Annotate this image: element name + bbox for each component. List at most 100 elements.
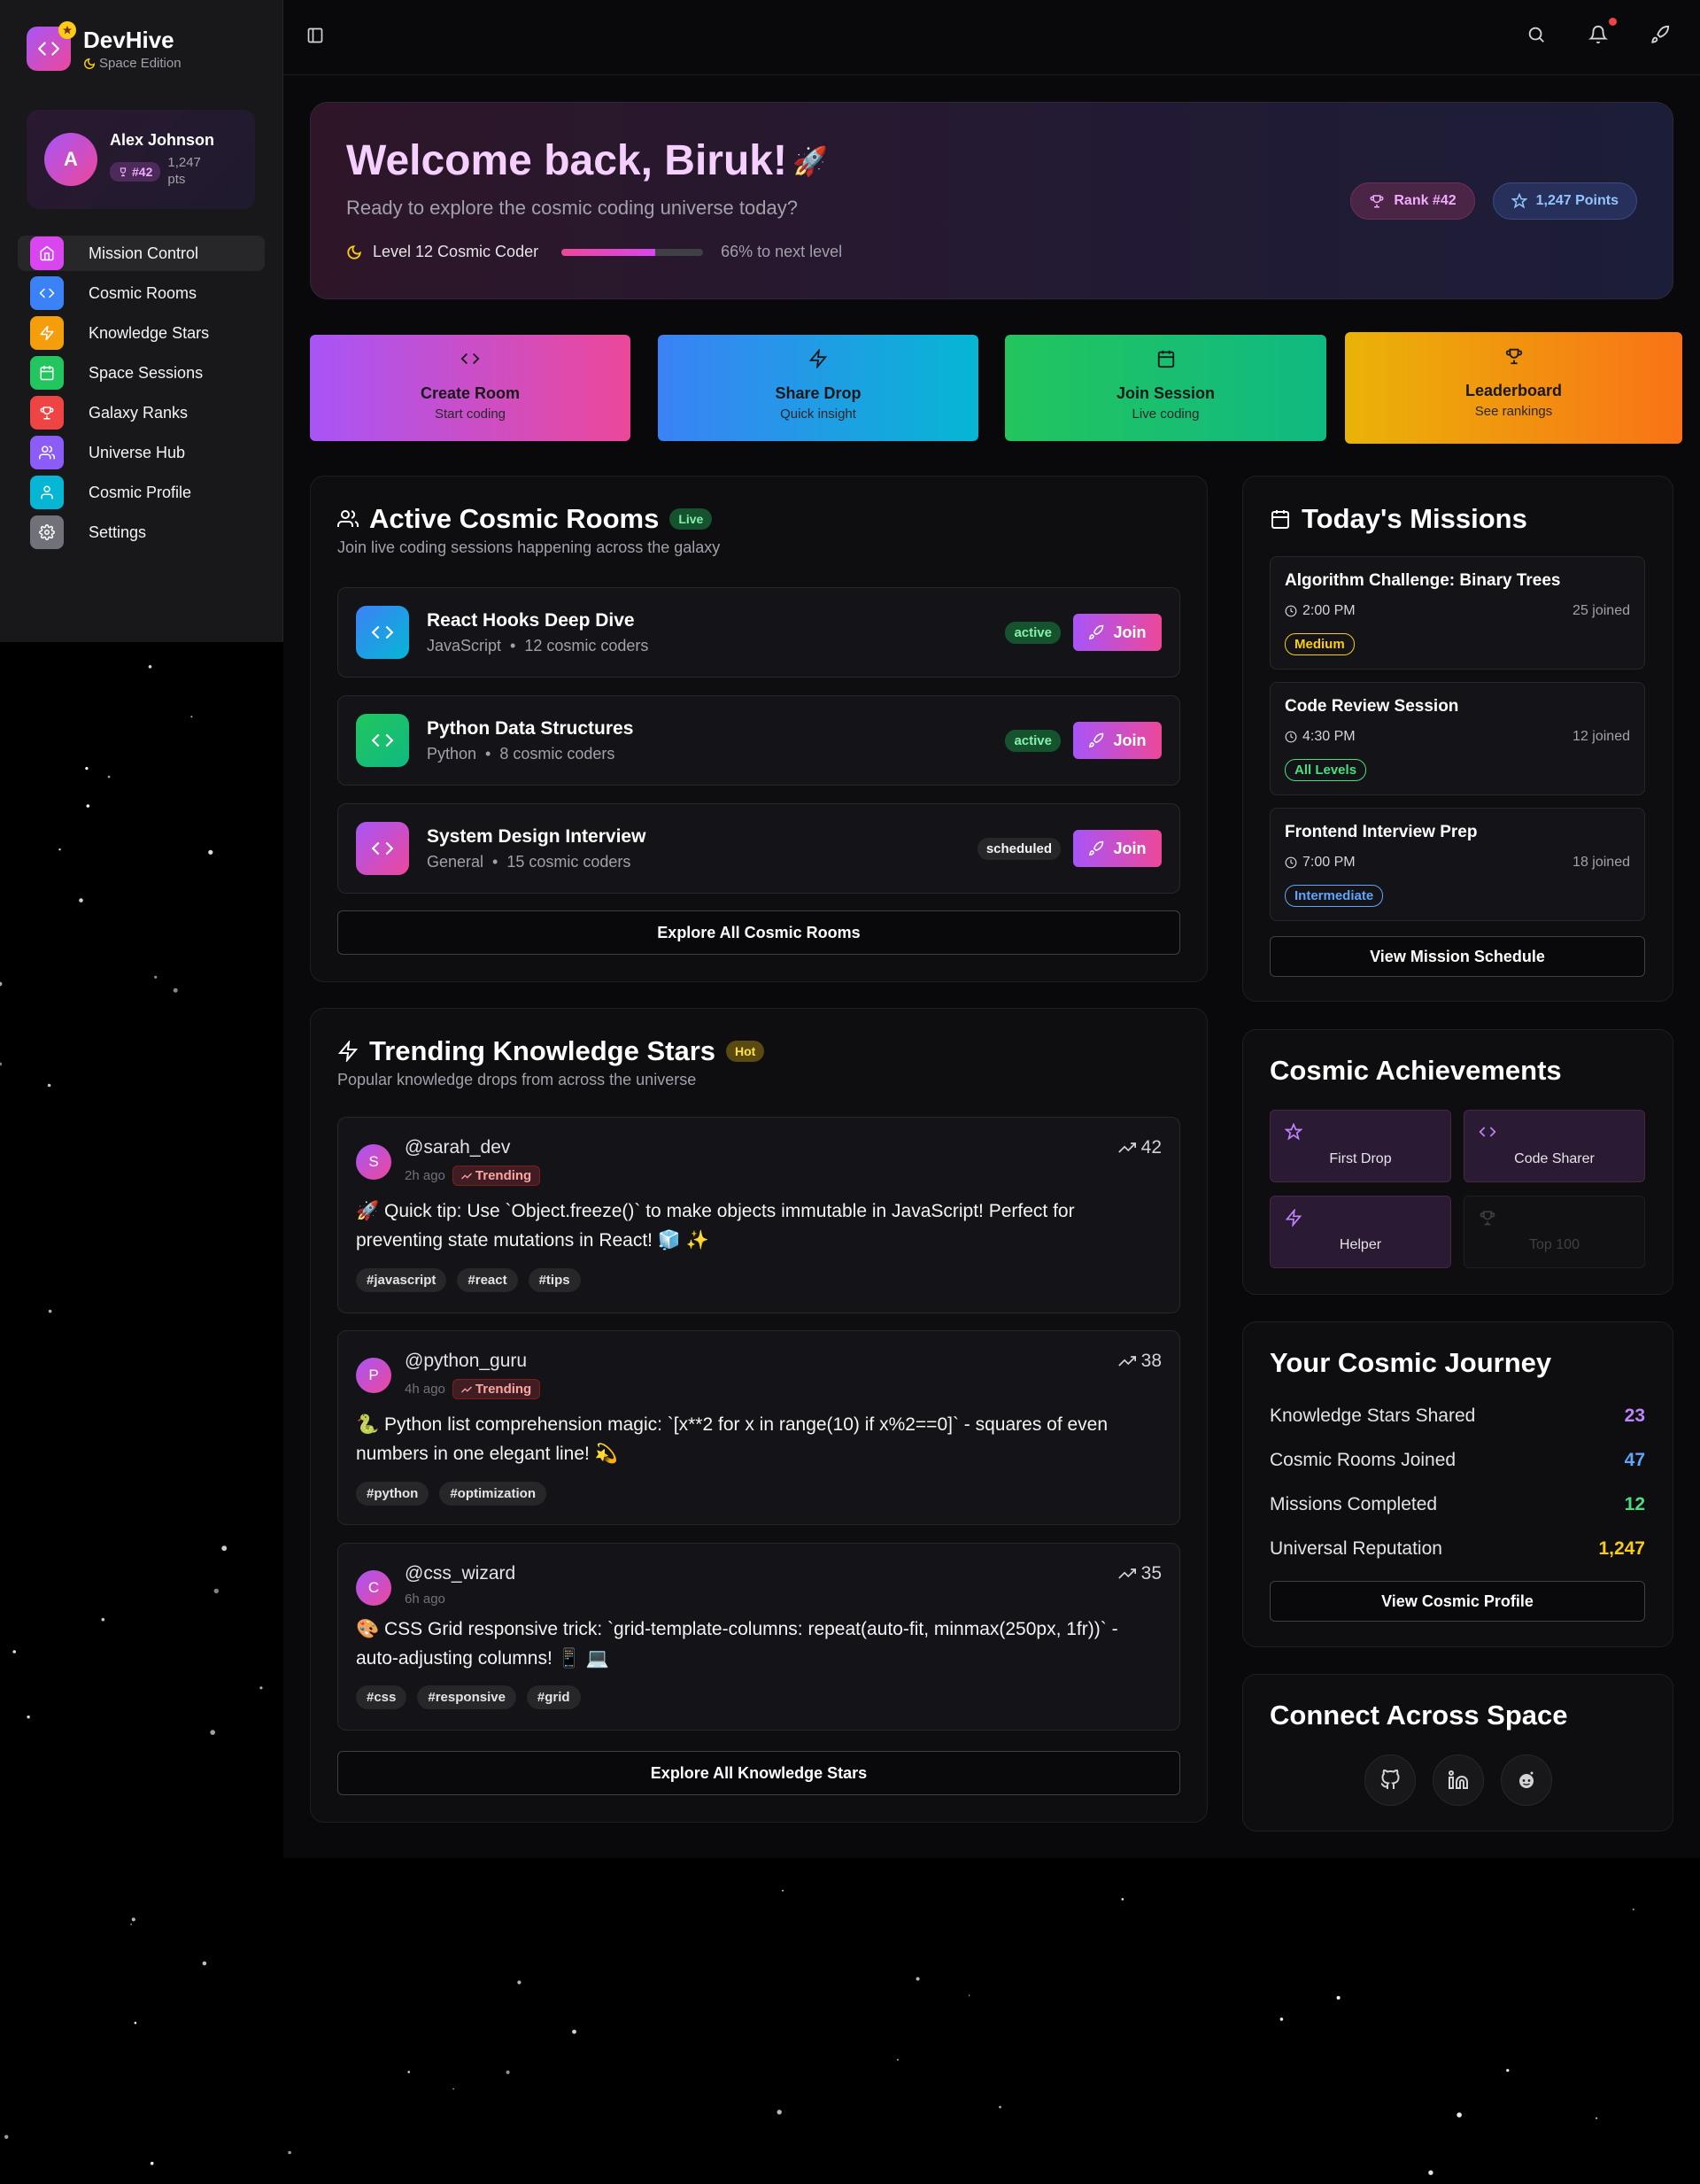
search-button[interactable] (1526, 25, 1548, 46)
room-card[interactable]: Python Data Structures Python • 8 cosmic… (337, 695, 1180, 786)
moon-icon (84, 58, 96, 69)
sidebar-item-label: Mission Control (89, 244, 199, 262)
mission-card[interactable]: Frontend Interview Prep 7:00 PM 18 joine… (1270, 808, 1645, 921)
launch-button[interactable] (1650, 25, 1672, 46)
avatar: S (356, 1144, 391, 1180)
star-dot (517, 1980, 522, 1985)
sidebar-item-settings[interactable]: Settings (18, 515, 265, 550)
trending-icon (1117, 1142, 1136, 1153)
mission-card[interactable]: Algorithm Challenge: Binary Trees 2:00 P… (1270, 556, 1645, 670)
post-score[interactable]: 42 (1117, 1137, 1162, 1158)
journey-panel: Your Cosmic Journey Knowledge Stars Shar… (1242, 1321, 1673, 1647)
achievement-badge[interactable]: First Drop (1270, 1110, 1451, 1182)
panel-subtitle: Popular knowledge drops from across the … (337, 1071, 697, 1088)
room-coders: 15 cosmic coders (506, 852, 631, 871)
users-icon (30, 436, 64, 469)
post-author[interactable]: @python_guru (405, 1351, 527, 1372)
achievement-badge[interactable]: Code Sharer (1464, 1110, 1645, 1182)
create-room-button[interactable]: Create Room Start coding (310, 335, 630, 441)
hashtag[interactable]: #python (356, 1482, 429, 1506)
knowledge-post[interactable]: S @sarah_dev 2h ago Trending 42 🚀 Quick … (337, 1117, 1180, 1313)
hashtag[interactable]: #grid (526, 1685, 581, 1709)
moon-icon (347, 244, 361, 259)
sidebar-item-universe-hub[interactable]: Universe Hub (18, 435, 265, 470)
trending-icon (1117, 1568, 1136, 1579)
clock-icon (1285, 856, 1297, 869)
hashtag[interactable]: #javascript (356, 1268, 447, 1292)
calendar-icon (1271, 510, 1289, 529)
sidebar-nav: Mission Control Cosmic Rooms Knowledge Sta… (18, 236, 265, 554)
star-dot (782, 1889, 784, 1892)
sidebar-item-space-sessions[interactable]: Space Sessions (18, 355, 265, 391)
code-icon (1479, 1127, 1496, 1137)
achievement-badge-locked[interactable]: Top 100 (1464, 1196, 1645, 1268)
knowledge-post[interactable]: P @python_guru 4h ago Trending 38 🐍 Pyth… (337, 1330, 1180, 1525)
sidebar-item-galaxy-ranks[interactable]: Galaxy Ranks (18, 395, 265, 430)
star-dot (150, 2161, 154, 2165)
hashtag[interactable]: #optimization (439, 1482, 547, 1506)
share-drop-button[interactable]: Share Drop Quick insight (658, 335, 978, 441)
join-button[interactable]: Join (1073, 614, 1162, 651)
active-rooms-panel: Active Cosmic Rooms Live Join live codin… (310, 476, 1208, 982)
post-body: 🎨 CSS Grid responsive trick: `grid-templ… (356, 1619, 1118, 1669)
star-icon (1285, 1123, 1302, 1141)
mission-time: 4:30 PM (1302, 729, 1356, 744)
star-dot (131, 1917, 135, 1922)
star-dot (134, 2021, 137, 2025)
view-cosmic-profile-button[interactable]: View Cosmic Profile (1270, 1581, 1645, 1622)
join-session-button[interactable]: Join Session Live coding (1005, 335, 1326, 441)
explore-stars-button[interactable]: Explore All Knowledge Stars (337, 1751, 1180, 1795)
star-dot (452, 2087, 454, 2090)
user-card[interactable]: A Alex Johnson #42 1,247 pts (27, 110, 255, 209)
post-tags: #python #optimization (356, 1482, 547, 1506)
trending-stars-panel: Trending Knowledge Stars Hot Popular kno… (310, 1008, 1208, 1823)
star-dot (259, 1686, 263, 1690)
join-button[interactable]: Join (1073, 722, 1162, 759)
post-score[interactable]: 38 (1117, 1351, 1162, 1372)
github-link[interactable] (1364, 1754, 1416, 1806)
sidebar-item-cosmic-rooms[interactable]: Cosmic Rooms (18, 275, 265, 311)
room-name: React Hooks Deep Dive (427, 609, 635, 631)
mission-card[interactable]: Code Review Session 4:30 PM 12 joined Al… (1270, 682, 1645, 795)
star-dot (101, 1617, 105, 1622)
notification-dot (1609, 18, 1617, 26)
join-button[interactable]: Join (1073, 830, 1162, 867)
post-score[interactable]: 35 (1117, 1563, 1162, 1584)
linkedin-link[interactable] (1433, 1754, 1484, 1806)
post-author[interactable]: @sarah_dev (405, 1137, 510, 1158)
star-dot (213, 1588, 219, 1594)
room-card[interactable]: System Design Interview General • 15 cos… (337, 803, 1180, 894)
star-dot (85, 767, 89, 771)
knowledge-post[interactable]: C @css_wizard 6h ago 35 🎨 CSS Grid respo… (337, 1543, 1180, 1731)
code-icon (371, 625, 394, 639)
view-mission-schedule-button[interactable]: View Mission Schedule (1270, 936, 1645, 977)
hashtag[interactable]: #responsive (417, 1685, 516, 1709)
zap-icon (1285, 1209, 1302, 1227)
sidebar-item-mission-control[interactable]: Mission Control (18, 236, 265, 271)
brand[interactable]: DevHive Space Edition (27, 21, 182, 71)
sidebar-item-knowledge-stars[interactable]: Knowledge Stars (18, 315, 265, 351)
reddit-link[interactable] (1501, 1754, 1552, 1806)
brand-subtitle: Space Edition (99, 56, 182, 71)
calendar-icon (1157, 350, 1174, 368)
hashtag[interactable]: #react (457, 1268, 518, 1292)
hashtag[interactable]: #tips (528, 1268, 581, 1292)
notifications-button[interactable] (1588, 18, 1617, 46)
sidebar-item-cosmic-profile[interactable]: Cosmic Profile (18, 475, 265, 510)
home-icon (30, 236, 64, 270)
hashtag[interactable]: #css (356, 1685, 407, 1709)
points-badge[interactable]: 1,247 Points (1492, 182, 1637, 220)
star-dot (999, 2105, 1001, 2109)
star-dot (1336, 1995, 1341, 2000)
post-author[interactable]: @css_wizard (405, 1563, 515, 1584)
user-icon (30, 476, 64, 509)
explore-rooms-button[interactable]: Explore All Cosmic Rooms (337, 910, 1180, 955)
rank-badge[interactable]: Rank #42 (1350, 182, 1475, 220)
post-body: 🚀 Quick tip: Use `Object.freeze()` to ma… (356, 1201, 1075, 1251)
topbar (283, 0, 1700, 75)
leaderboard-button[interactable]: Leaderboard See rankings (1345, 332, 1682, 444)
room-card[interactable]: React Hooks Deep Dive JavaScript • 12 co… (337, 587, 1180, 678)
achievement-badge[interactable]: Helper (1270, 1196, 1451, 1268)
sidebar-toggle-button[interactable] (306, 27, 324, 44)
sidebar: DevHive Space Edition A Alex Johnson #42… (0, 0, 283, 642)
